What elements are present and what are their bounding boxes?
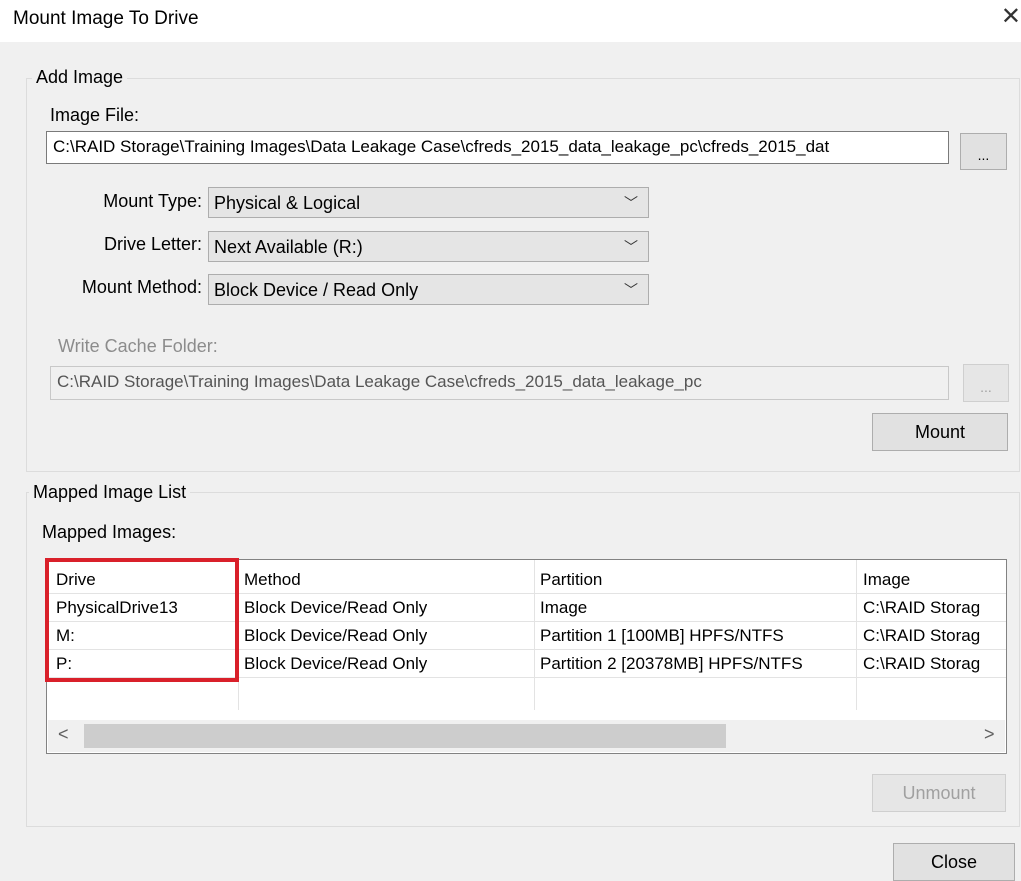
- drive-letter-select[interactable]: Next Available (R:) ﹀: [208, 231, 649, 262]
- write-cache-label: Write Cache Folder:: [58, 336, 218, 356]
- mount-type-value: Physical & Logical: [214, 193, 361, 213]
- write-cache-browse-button: ...: [963, 364, 1009, 402]
- scroll-left-arrow[interactable]: <: [58, 724, 69, 745]
- drive-column-highlight: [45, 558, 239, 682]
- mount-method-label: Mount Method:: [81, 277, 202, 297]
- cell-method: Block Device/Read Only: [244, 598, 428, 617]
- column-header-method[interactable]: Method: [244, 566, 301, 594]
- image-file-input[interactable]: C:\RAID Storage\Training Images\Data Lea…: [46, 131, 949, 164]
- mount-type-select[interactable]: Physical & Logical ﹀: [208, 187, 649, 218]
- mount-method-select[interactable]: Block Device / Read Only ﹀: [208, 274, 649, 305]
- cell-image: C:\RAID Storag: [863, 654, 981, 673]
- scroll-thumb[interactable]: [84, 724, 726, 748]
- mapped-images-label: Mapped Images:: [42, 522, 177, 542]
- cell-image: C:\RAID Storag: [863, 626, 981, 645]
- mapped-image-list-legend: Mapped Image List: [29, 482, 191, 503]
- image-file-label: Image File:: [50, 105, 140, 125]
- window-title: Mount Image To Drive: [13, 8, 199, 29]
- close-button[interactable]: Close: [893, 843, 1015, 881]
- cell-method: Block Device/Read Only: [244, 654, 428, 673]
- scroll-right-arrow[interactable]: >: [984, 724, 995, 745]
- image-file-browse-button[interactable]: ...: [960, 133, 1007, 170]
- cell-partition: Partition 1 [100MB] HPFS/NTFS: [540, 626, 784, 645]
- mount-button[interactable]: Mount: [872, 413, 1008, 451]
- column-header-partition[interactable]: Partition: [540, 566, 602, 594]
- chevron-down-icon: ﹀: [624, 282, 638, 298]
- drive-letter-label: Drive Letter:: [103, 234, 202, 254]
- title-bar: Mount Image To Drive ✕: [0, 0, 1021, 42]
- write-cache-input: C:\RAID Storage\Training Images\Data Lea…: [50, 366, 949, 400]
- cell-method: Block Device/Read Only: [244, 626, 428, 645]
- chevron-down-icon: ﹀: [624, 195, 638, 211]
- column-header-image[interactable]: Image: [863, 566, 910, 594]
- drive-letter-value: Next Available (R:): [214, 237, 363, 257]
- close-icon[interactable]: ✕: [1001, 2, 1021, 31]
- unmount-button: Unmount: [872, 774, 1006, 812]
- mount-type-label: Mount Type:: [103, 191, 202, 211]
- horizontal-scrollbar[interactable]: < >: [48, 720, 1005, 752]
- add-image-legend: Add Image: [32, 67, 128, 88]
- cell-image: C:\RAID Storag: [863, 598, 981, 617]
- cell-partition: Image: [540, 598, 588, 617]
- cell-partition: Partition 2 [20378MB] HPFS/NTFS: [540, 654, 803, 673]
- chevron-down-icon: ﹀: [624, 239, 638, 255]
- mount-method-value: Block Device / Read Only: [214, 280, 419, 300]
